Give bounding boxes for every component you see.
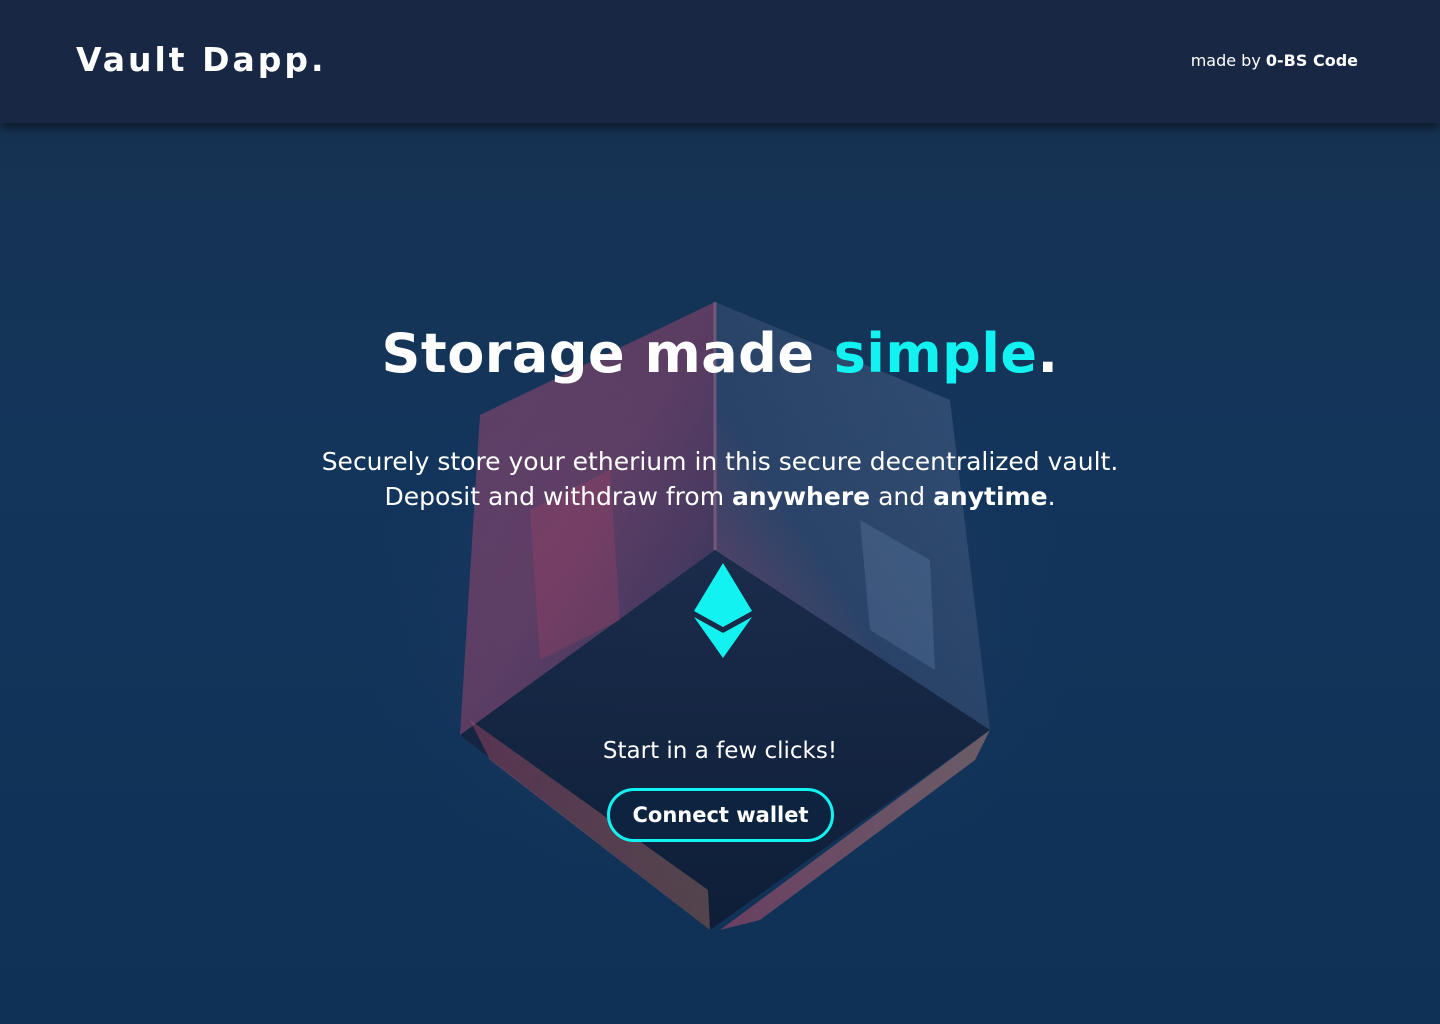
- credit-brand-link[interactable]: 0-BS Code: [1266, 51, 1358, 70]
- subtitle-emphasis-anywhere: anywhere: [732, 482, 871, 511]
- subtitle-text-a: Deposit and withdraw from: [384, 482, 725, 511]
- credit-text: made by 0-BS Code: [1191, 51, 1358, 70]
- connect-wallet-button[interactable]: Connect wallet: [607, 788, 834, 842]
- hero-title: Storage made simple.: [0, 322, 1440, 385]
- cta-prompt: Start in a few clicks!: [602, 738, 838, 764]
- hero-title-end: .: [1037, 322, 1059, 385]
- subtitle-text-c: and: [878, 482, 926, 511]
- subtitle-text-e: .: [1047, 482, 1056, 511]
- credit-prefix: made by: [1190, 51, 1261, 70]
- ethereum-icon: [694, 563, 752, 658]
- subtitle-line-2: Deposit and withdraw from anywhere and a…: [0, 479, 1440, 514]
- subtitle-emphasis-anytime: anytime: [933, 482, 1048, 511]
- hero-title-main: Storage made: [381, 322, 815, 385]
- hero-title-accent: simple: [833, 322, 1038, 385]
- subtitle-line-1: Securely store your etherium in this sec…: [321, 447, 1119, 476]
- hero-section: Storage made simple. Securely store your…: [0, 0, 1440, 1024]
- top-header: Vault Dapp. made by 0-BS Code: [0, 0, 1440, 123]
- app-logo[interactable]: Vault Dapp.: [76, 40, 327, 79]
- hero-subtitle: Securely store your etherium in this sec…: [0, 444, 1440, 514]
